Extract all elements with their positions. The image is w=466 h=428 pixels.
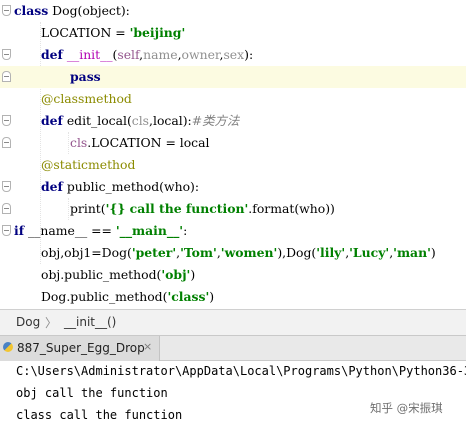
keyword-token: def [41,179,63,194]
code-text: obj.public_method('obj') [41,267,195,283]
code-text: LOCATION = 'beijing' [41,25,185,41]
code-text: class Dog(object): [14,3,130,19]
string-token: 'class' [167,289,210,304]
code-line[interactable]: Dog.public_method('class') [0,286,466,308]
code-token: ,local): [149,113,192,128]
code-token: public_method(who): [62,179,200,194]
keyword-token: if [14,223,25,238]
python-icon [3,342,13,352]
string-token: 'Lucy' [349,245,390,260]
run-tab-label: 887_Super_Egg_Drop [17,341,145,355]
console-line: C:\Users\Administrator\AppData\Local\Pro… [16,364,466,378]
code-line[interactable]: class Dog(object): [0,0,466,22]
string-token: 'lily' [316,245,346,260]
string-token: 'peter' [131,245,177,260]
fold-icon[interactable] [2,225,11,236]
magic-method-token: __init__ [66,47,113,62]
fold-icon[interactable] [2,181,11,192]
code-text: @classmethod [41,91,132,107]
code-line[interactable]: def __init__(self,name,owner,sex): [0,44,466,66]
code-token: ) [190,267,196,282]
code-text: def public_method(who): [41,179,199,195]
code-token: Dog(object): [48,3,130,18]
code-token: .format(who)) [248,201,335,216]
run-tab[interactable]: 887_Super_Egg_Drop × [0,336,160,361]
code-line[interactable]: if __name__ == '__main__': [0,220,466,242]
code-line[interactable]: cls.LOCATION = local [0,132,466,154]
parameter-token: cls [131,113,150,128]
code-token: obj.public_method( [41,267,162,282]
self-token: self [117,47,140,62]
code-text: pass [70,69,101,85]
code-line[interactable]: @staticmethod [0,154,466,176]
fold-icon[interactable] [2,5,11,16]
code-token: ) [209,289,215,304]
code-line[interactable]: obj,obj1=Dog('peter','Tom','women'),Dog(… [0,242,466,264]
code-token: print( [70,201,106,216]
string-token: '{} call the function' [105,201,249,216]
string-token: '__main__' [115,223,184,238]
code-token: __name__ == [24,223,116,238]
keyword-token: def [41,113,63,128]
code-line[interactable]: obj.public_method('obj') [0,264,466,286]
string-token: 'obj' [161,267,191,282]
breadcrumb-separator: 〉 [45,316,58,330]
code-text: if __name__ == '__main__': [14,223,187,239]
console-line: obj call the function [16,386,168,400]
code-text: Dog.public_method('class') [41,289,214,305]
code-token: .LOCATION = local [87,135,210,150]
string-token: 'women' [220,245,278,260]
fold-end-icon[interactable] [2,203,11,214]
keyword-token: class [14,3,49,18]
code-line[interactable]: def public_method(who): [0,176,466,198]
code-editor[interactable]: class Dog(object): LOCATION = 'beijing' … [0,0,466,309]
code-token: ) [430,245,436,260]
parameter-token: sex [223,47,245,62]
code-token: : [183,223,188,238]
fold-end-icon[interactable] [2,137,11,148]
code-token: LOCATION = [41,25,130,40]
code-token: ),Dog( [277,245,317,260]
decorator-token: @staticmethod [41,157,136,172]
console-line: class call the function [16,408,183,422]
code-line[interactable]: def edit_local(cls,local):#类方法 [0,110,466,132]
keyword-token: pass [70,69,101,84]
breadcrumb-item-class[interactable]: Dog [16,315,40,329]
fold-icon[interactable] [2,49,11,60]
code-text: print('{} call the function'.format(who)… [70,201,335,217]
code-token: edit_local( [62,113,132,128]
keyword-token: def [41,47,63,62]
breadcrumb: Dog 〉 __init__() [0,309,466,335]
code-text: cls.LOCATION = local [70,135,209,151]
code-token: ): [244,47,254,62]
parameter-token: owner [181,47,220,62]
code-line[interactable]: @classmethod [0,88,466,110]
string-token: 'beijing' [129,25,186,40]
close-icon[interactable]: × [143,340,152,353]
current-code-line[interactable]: pass [0,66,466,88]
code-token: obj,obj1=Dog( [41,245,132,260]
code-token: Dog.public_method( [41,289,168,304]
watermark: 知乎 @宋振琪 [370,401,443,415]
code-text: obj,obj1=Dog('peter','Tom','women'),Dog(… [41,245,436,261]
fold-icon[interactable] [2,115,11,126]
self-token: cls [70,135,88,150]
code-text: def edit_local(cls,local):#类方法 [41,113,239,129]
comment-token: #类方法 [191,113,240,128]
string-token: 'Tom' [180,245,217,260]
code-text: def __init__(self,name,owner,sex): [41,47,253,63]
fold-end-icon[interactable] [2,71,11,82]
run-tab-bar: 887_Super_Egg_Drop × [0,335,466,361]
code-line[interactable]: LOCATION = 'beijing' [0,22,466,44]
string-token: 'man' [393,245,431,260]
decorator-token: @classmethod [41,91,132,106]
code-text: @staticmethod [41,157,135,173]
breadcrumb-item-method[interactable]: __init__() [64,315,116,329]
parameter-token: name [143,47,178,62]
run-console[interactable]: C:\Users\Administrator\AppData\Local\Pro… [0,361,466,428]
code-line[interactable]: print('{} call the function'.format(who)… [0,198,466,220]
